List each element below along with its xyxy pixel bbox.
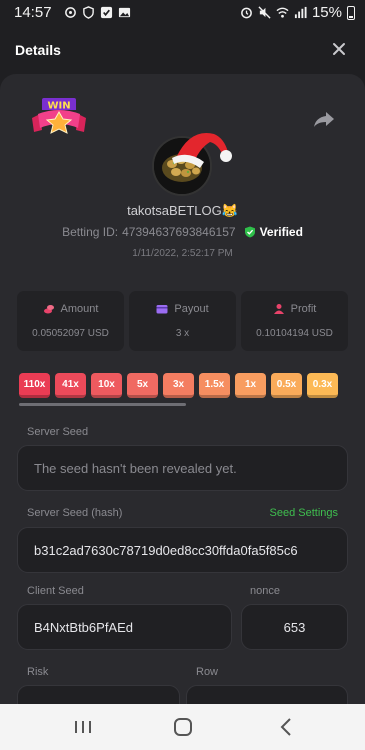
stat-label: Payout (174, 303, 209, 315)
win-badge-logo: WIN (32, 98, 86, 134)
status-time: 14:57 (14, 4, 52, 21)
multiplier-chip: 0.3x (307, 373, 338, 398)
risk-label: Risk (27, 666, 49, 678)
stat-value: 0.10104194 USD (256, 328, 333, 339)
server-seed-hash-label: Server Seed (hash) (27, 507, 123, 519)
seed-settings-link[interactable]: Seed Settings (270, 507, 339, 519)
system-navigation-bar (0, 704, 365, 750)
client-seed-label: Client Seed (27, 585, 84, 597)
home-icon[interactable] (171, 716, 195, 738)
betting-id-label: Betting ID: (62, 225, 119, 239)
nonce-field[interactable]: 653 (241, 604, 348, 650)
multiplier-chip: 1x (235, 373, 266, 398)
multiplier-chip: 0.5x (271, 373, 302, 398)
battery-icon (347, 5, 355, 20)
close-icon[interactable] (329, 39, 349, 59)
multiplier-chip: 10x (91, 373, 122, 398)
horizontal-scrollbar[interactable] (19, 403, 186, 406)
recent-apps-icon[interactable] (71, 716, 95, 738)
stat-label: Amount (60, 303, 99, 315)
server-seed-field: The seed hasn't been revealed yet. (17, 445, 348, 491)
stat-label: Profit (290, 303, 317, 315)
status-bar: 14:57 15% (0, 0, 365, 26)
share-icon[interactable] (313, 110, 335, 128)
battery-percent: 15% (311, 4, 342, 21)
back-icon[interactable] (275, 716, 299, 738)
betting-id-row: Betting ID: 473946376938461​57 Verified (0, 225, 365, 239)
header: Details (0, 26, 365, 74)
wallet-icon (156, 305, 168, 314)
stat-value: 0.05052097 USD (32, 328, 109, 339)
verified-label: Verified (259, 225, 303, 239)
check-box-icon (100, 6, 113, 19)
multiplier-chip: 41x (55, 373, 86, 398)
stat-value: 3 x (175, 328, 190, 339)
nonce-value: 653 (283, 619, 306, 635)
multiplier-chip: 1.5x (199, 373, 230, 398)
system-icons: 15% (240, 4, 355, 21)
nonce-label: nonce (250, 585, 280, 597)
signal-icon (294, 6, 307, 19)
alarm-icon (241, 7, 252, 19)
stat-amount: Amount 0.05052097 USD (17, 291, 124, 351)
client-seed-field[interactable]: B4NxtBtb6PfAEd (17, 604, 232, 650)
stat-payout: Payout 3 x (129, 291, 236, 351)
multiplier-chip: 110x (19, 373, 50, 398)
server-seed-value: The seed hasn't been revealed yet. (34, 460, 237, 476)
bet-stats: Amount 0.05052097 USD Payout 3 x Profit … (17, 291, 348, 351)
multiplier-chip: 3x (163, 373, 194, 398)
multiplier-strip[interactable]: 110x 41x 10x 5x 3x 1.5x 1x 0.5x 0.3x (19, 373, 349, 399)
server-seed-hash-field[interactable]: b31c2ad7630c78719d0ed8cc30ffda0fa5f85c6 (17, 527, 348, 573)
username: takotsaBETLOG😹 (127, 203, 238, 218)
sync-icon (65, 7, 76, 18)
mute-icon (258, 6, 271, 19)
wifi-icon (276, 7, 289, 18)
multiplier-chip: 5x (127, 373, 158, 398)
verified-shield-icon (244, 226, 255, 238)
bet-details-card: WIN takotsaBETLOG😹 Betting ID: 473946376… (0, 74, 365, 704)
betting-id-value: 473946376938461​57 (122, 225, 236, 239)
user-avatar-group (152, 124, 232, 196)
coins-icon (43, 305, 54, 314)
stat-profit: Profit 0.10104194 USD (241, 291, 348, 351)
client-seed-value: B4NxtBtb6PfAEd (34, 619, 133, 635)
bet-timestamp: 1/11/2022, 2:52:17 PM (132, 248, 233, 259)
risk-field[interactable] (17, 685, 180, 704)
server-seed-label: Server Seed (27, 426, 89, 438)
profit-icon (273, 304, 284, 314)
image-icon (118, 7, 131, 18)
page-title: Details (15, 42, 61, 58)
row-label: Row (196, 666, 219, 678)
notification-icons (64, 6, 131, 19)
row-field[interactable] (186, 685, 348, 704)
shield-icon (83, 6, 94, 19)
santa-hat-icon (172, 133, 232, 168)
server-seed-hash-value: b31c2ad7630c78719d0ed8cc30ffda0fa5f85c6 (34, 542, 298, 558)
svg-text:WIN: WIN (47, 101, 70, 112)
